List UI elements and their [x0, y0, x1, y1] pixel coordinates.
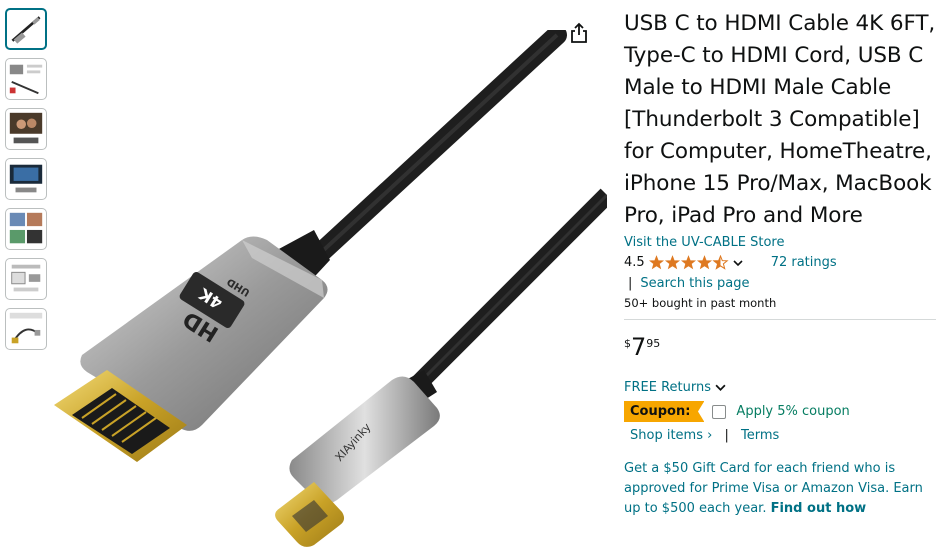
product-title: USB C to HDMI Cable 4K 6FT, Type-C to HD… [624, 11, 936, 228]
star-rating[interactable] [648, 255, 729, 270]
search-row: | Search this page [624, 276, 942, 291]
chevron-down-icon[interactable] [733, 258, 743, 268]
apply-coupon-label[interactable]: Apply 5% coupon [736, 404, 849, 419]
thumbnail-2[interactable] [5, 58, 47, 100]
chevron-down-icon [715, 384, 726, 391]
price-whole: 7 [631, 333, 647, 361]
rating-row: 4.5 72 ratings [624, 255, 942, 270]
thumbnail-7[interactable] [5, 308, 47, 350]
free-returns-label: FREE Returns [624, 380, 711, 395]
price: $ 7 95 [624, 334, 942, 360]
ratings-count-link[interactable]: 72 ratings [771, 255, 837, 270]
divider [624, 319, 936, 320]
shop-row: Shop items › | Terms [624, 428, 942, 443]
separator: | [628, 276, 633, 291]
price-symbol: $ [624, 337, 631, 350]
separator: | [724, 428, 729, 443]
free-returns-link[interactable]: FREE Returns [624, 380, 942, 395]
terms-link[interactable]: Terms [741, 428, 779, 443]
stars-icon [648, 255, 729, 270]
main-product-image[interactable]: 4K UHD HD XIAyinky [52, 30, 607, 555]
price-fraction: 95 [646, 337, 661, 350]
share-icon[interactable] [569, 22, 589, 44]
coupon-checkbox[interactable] [712, 404, 727, 419]
thumbnail-5[interactable] [5, 208, 47, 250]
shop-items-link[interactable]: Shop items › [630, 428, 712, 443]
coupon-row: Coupon: Apply 5% coupon [624, 401, 942, 422]
thumbnail-4[interactable] [5, 158, 47, 200]
gift-card-promo: Get a $50 Gift Card for each friend who … [624, 459, 942, 519]
thumbnail-list [5, 8, 51, 358]
thumbnail-6[interactable] [5, 258, 47, 300]
thumbnail-3[interactable] [5, 108, 47, 150]
store-link[interactable]: Visit the UV-CABLE Store [624, 235, 942, 250]
thumbnail-1[interactable] [5, 8, 47, 50]
rating-value: 4.5 [624, 255, 645, 270]
product-info-panel: USB C to HDMI Cable 4K 6FT, Type-C to HD… [624, 8, 942, 519]
bought-count: 50+ bought in past month [624, 296, 777, 310]
coupon-badge: Coupon: [624, 401, 705, 422]
find-out-how-link[interactable]: Find out how [771, 501, 867, 516]
search-this-page-link[interactable]: Search this page [640, 276, 749, 291]
